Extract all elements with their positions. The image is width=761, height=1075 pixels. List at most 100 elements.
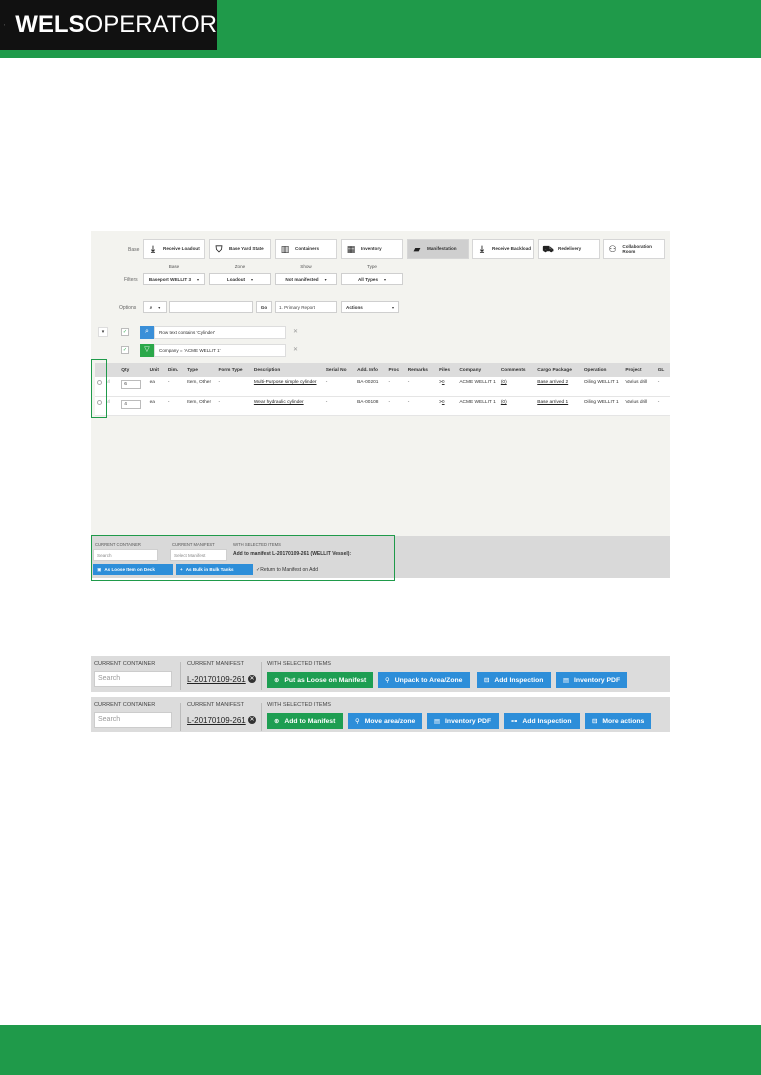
col-header[interactable]: Unit [147, 363, 166, 377]
qty-input[interactable]: 6 [119, 377, 148, 397]
chevron-down-icon: ▾ [391, 304, 394, 310]
col-header[interactable]: Cargo Package [535, 363, 582, 377]
plus-circle-icon: ⊕ [274, 718, 280, 725]
col-header[interactable]: Type [185, 363, 217, 377]
col-header[interactable]: Project [623, 363, 656, 377]
chevron-down-icon: ▾ [384, 276, 387, 282]
cargo-package-link[interactable]: Base arrived 1 [535, 396, 582, 416]
search-icon: ⌕ [149, 304, 153, 310]
col-header[interactable]: Comments [498, 363, 536, 377]
type-cell: Item, Other [185, 377, 217, 397]
zone-select[interactable]: Loadout ▾ [209, 273, 271, 285]
more-actions-button[interactable]: ⊟ More actions [585, 713, 651, 729]
go-button[interactable]: Go [256, 301, 272, 313]
col-header[interactable]: Operation [581, 363, 624, 377]
form-type-cell: - [216, 396, 252, 416]
put-as-loose-button[interactable]: ⊕ Put as Loose on Manifest [267, 672, 373, 688]
document-icon: ▤ [563, 677, 570, 684]
comments-link[interactable]: (0) [498, 377, 536, 397]
current-manifest-caption: CURRENT MANIFEST [187, 661, 245, 667]
hand-icon[interactable]: ☝ [105, 396, 120, 416]
receive-backload-button[interactable]: ⤓ Receive Backload [472, 239, 534, 259]
add-to-manifest-button[interactable]: ⊕ Add to Manifest [267, 713, 343, 729]
col-header[interactable]: Files [437, 363, 458, 377]
col-header[interactable]: Company [457, 363, 499, 377]
col-header[interactable]: Serial No [323, 363, 356, 377]
inventory-pdf-button[interactable]: ▤ Inventory PDF [556, 672, 627, 688]
hand-icon[interactable]: ☝ [105, 377, 120, 397]
options-label: Options [119, 305, 137, 311]
current-container-caption: CURRENT CONTAINER [94, 661, 156, 667]
files-cell[interactable]: >0 [437, 377, 458, 397]
unpack-to-area-button[interactable]: ⚲ Unpack to Area/Zone [378, 672, 470, 688]
containers-button[interactable]: ▥ Containers [275, 239, 337, 259]
inventory-pdf-button[interactable]: ▤ Inventory PDF [427, 713, 499, 729]
comments-link[interactable]: (0) [498, 396, 536, 416]
report-select[interactable]: 1. Primary Report [275, 301, 337, 313]
serial-cell: - [323, 396, 356, 416]
remove-filter-1-icon[interactable]: ✕ [293, 328, 298, 335]
logo[interactable]: 0 WELSOPERATOR [0, 0, 217, 50]
filter-zone-header: Zone [234, 264, 246, 269]
table-row[interactable]: ☝ 6 ea - Item, Other - Multi-Purpose sim… [95, 377, 670, 397]
col-header[interactable]: Remarks [405, 363, 438, 377]
manifest-link[interactable]: L-20170109-261 [187, 675, 246, 684]
receive-loadout-button[interactable]: ⤓ Receive Loadout [143, 239, 205, 259]
header-band: 0 WELSOPERATOR [0, 0, 761, 58]
qty-input[interactable]: 4 [119, 396, 148, 416]
description-link[interactable]: Multi-Purpose simple cylinder [251, 377, 324, 397]
search-input[interactable] [169, 301, 253, 313]
col-header[interactable]: Proc [386, 363, 406, 377]
filter-2-checkbox[interactable]: ✓ [121, 346, 129, 354]
project-cell: Varius drill [623, 377, 656, 397]
current-manifest-caption: CURRENT MANIFEST [187, 702, 245, 708]
binoculars-icon: ⊶ [511, 718, 518, 725]
footer-band [0, 1025, 761, 1075]
search-column-select[interactable]: ⌕ ▾ [143, 301, 167, 313]
container-search-input[interactable]: Search [94, 712, 172, 728]
col-header[interactable]: Add. Info [355, 363, 387, 377]
add-inspection-button[interactable]: ⊟ Add Inspection [477, 672, 551, 688]
remove-filter-2-icon[interactable]: ✕ [293, 346, 298, 353]
type-cell: Item, Other [185, 396, 217, 416]
company-cell: ACME WELLIT 1 [457, 377, 499, 397]
col-header[interactable]: Qty [119, 363, 148, 377]
filter-1-checkbox[interactable]: ✓ [121, 328, 129, 336]
container-search-input[interactable]: Search [94, 671, 172, 687]
redelivery-button[interactable]: ⛟ Redelivery [538, 239, 600, 259]
cargo-package-link[interactable]: Base arrived 2 [535, 377, 582, 397]
collapse-filters-toggle[interactable]: ▾ [98, 327, 108, 337]
grid-icon: ▦ [346, 244, 356, 254]
type-select[interactable]: All Types ▾ [341, 273, 403, 285]
col-header[interactable]: GL [655, 363, 670, 377]
col-header[interactable]: Description [251, 363, 324, 377]
manifest-link[interactable]: L-20170109-261 [187, 716, 246, 725]
add-inspection-button[interactable]: ⊶ Add Inspection [504, 713, 580, 729]
proc-cell: - [386, 377, 406, 397]
manifestation-button[interactable]: ▰ Manifestation [407, 239, 469, 259]
col-header[interactable]: Dim. [165, 363, 186, 377]
description-link[interactable]: Wear hydraulic cylinder [251, 396, 324, 416]
plus-circle-icon: ⊕ [274, 677, 280, 684]
filter-type-header: Type [367, 264, 377, 269]
collaboration-room-button[interactable]: ⚇ Collaboration Room [603, 239, 665, 259]
gl-cell: - [655, 377, 670, 397]
col-header[interactable]: Form Type [216, 363, 252, 377]
chevron-down-icon: ▾ [251, 276, 254, 282]
files-cell[interactable]: >0 [437, 396, 458, 416]
tray-download-icon: ⤓ [480, 244, 484, 254]
clear-manifest-icon[interactable]: ✕ [248, 675, 256, 683]
actions-menu[interactable]: Actions ▾ [341, 301, 399, 313]
show-select[interactable]: Not manifested ▾ [275, 273, 337, 285]
grab-header [105, 363, 120, 377]
filters-label: Filters [124, 277, 138, 283]
clear-manifest-icon[interactable]: ✕ [248, 716, 256, 724]
move-area-zone-button[interactable]: ⚲ Move area/zone [348, 713, 422, 729]
base-select[interactable]: Baseport WELLIT 3 ▾ [143, 273, 205, 285]
chevron-down-icon: ▾ [324, 276, 327, 282]
table-row[interactable]: ☝ 4 ea - Item, Other - Wear hydraulic cy… [95, 396, 670, 416]
base-yard-state-button[interactable]: ⛉ Base Yard State [209, 239, 271, 259]
inventory-button[interactable]: ▦ Inventory [341, 239, 403, 259]
project-cell: Varius drill [623, 396, 656, 416]
filter-2-text: Company = 'ACME WELLIT 1' [154, 344, 286, 357]
